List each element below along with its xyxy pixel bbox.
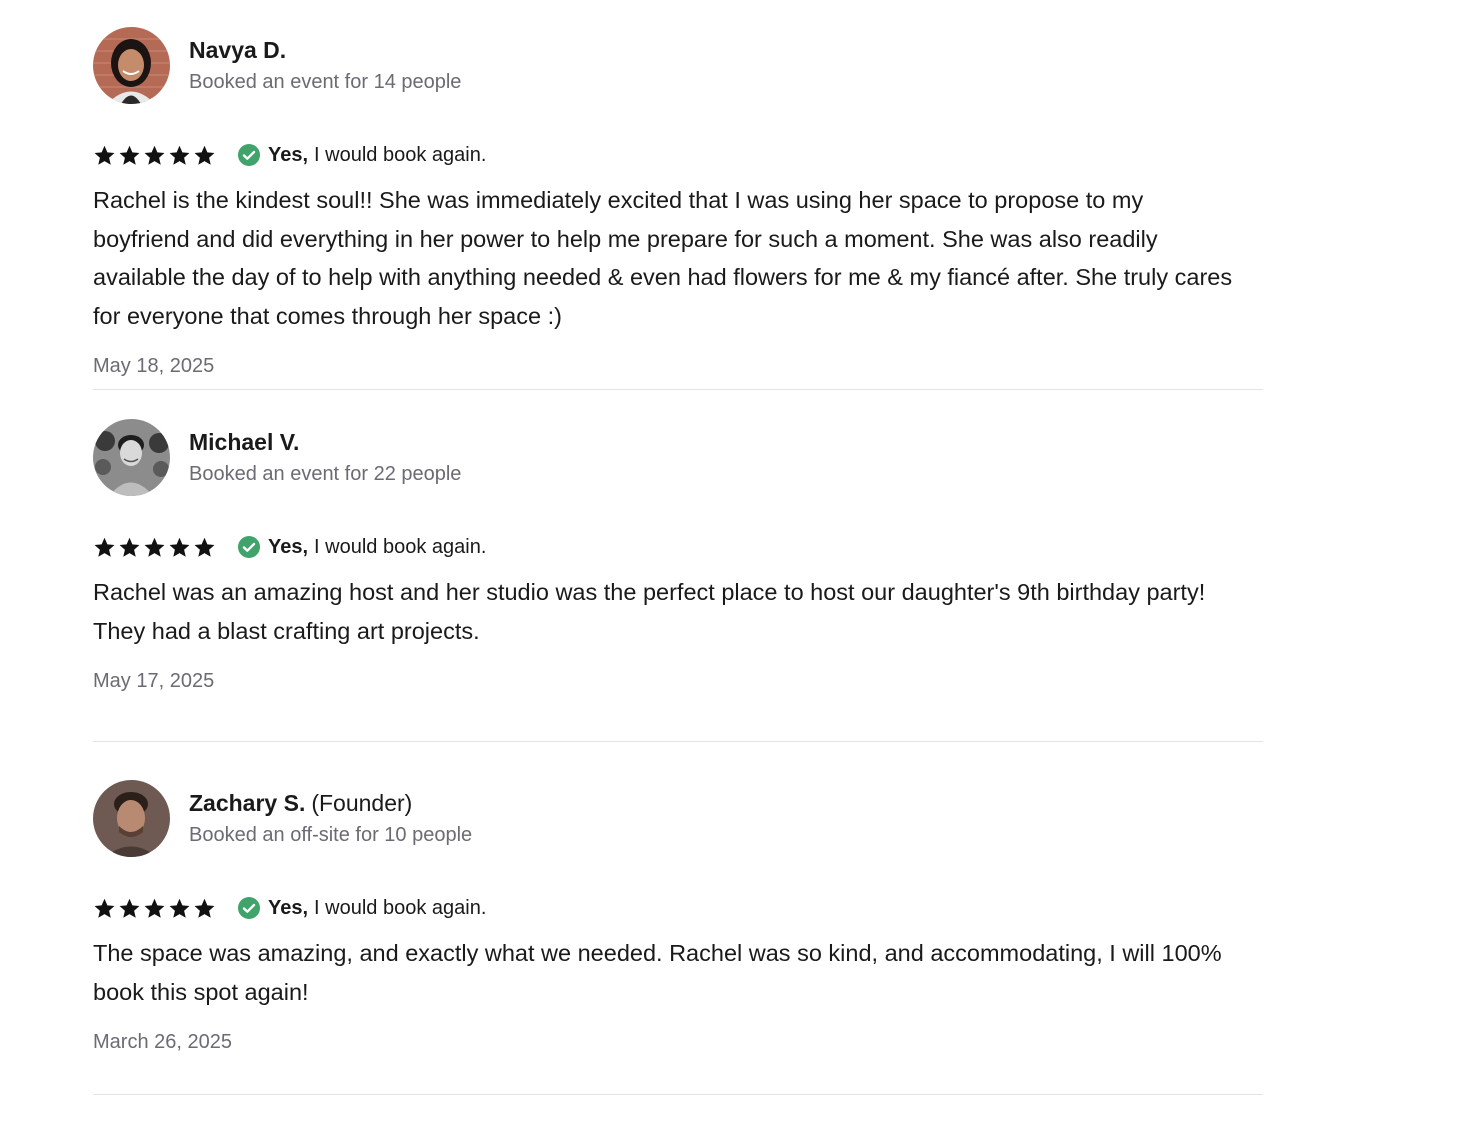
star-icon <box>94 537 115 557</box>
star-rating <box>93 536 218 559</box>
review-card: Michael V. Booked an event for 22 people… <box>93 390 1263 742</box>
booking-summary: Booked an event for 22 people <box>189 462 462 485</box>
rating-row: Yes, I would book again. <box>93 141 1263 169</box>
recommendation: Yes, I would book again. <box>268 897 486 920</box>
review-date: May 18, 2025 <box>93 355 215 377</box>
recommendation: Yes, I would book again. <box>268 144 486 167</box>
booking-summary: Booked an off-site for 10 people <box>189 823 473 846</box>
recommendation-yes: Yes, <box>268 143 309 166</box>
reviewer-name-line: Zachary S. (Founder) <box>189 788 472 818</box>
star-rating <box>93 897 218 920</box>
star-icon <box>169 898 190 918</box>
review-header: Zachary S. (Founder) Booked an off-site f… <box>93 779 1263 857</box>
star-icon <box>144 898 165 918</box>
star-icon <box>194 145 215 165</box>
star-icon <box>94 145 115 165</box>
reviewer-info: Michael V. Booked an event for 22 people <box>189 427 461 488</box>
star-rating <box>93 144 218 167</box>
avatar[interactable] <box>93 418 170 496</box>
review-header: Michael V. Booked an event for 22 people <box>93 418 1263 496</box>
recommendation-text: I would book again. <box>314 535 487 558</box>
star-icon <box>119 145 140 165</box>
check-circle-icon <box>238 536 260 558</box>
recommendation: Yes, I would book again. <box>268 536 486 559</box>
reviewer-name-line: Navya D. <box>189 35 461 65</box>
star-icon <box>194 537 215 557</box>
review-card: Navya D. Booked an event for 14 people Y… <box>93 0 1263 390</box>
review-date: March 26, 2025 <box>93 1031 232 1053</box>
avatar[interactable] <box>93 779 170 857</box>
star-icon <box>194 898 215 918</box>
check-circle-icon <box>238 144 260 166</box>
reviewer-info: Zachary S. (Founder) Booked an off-site f… <box>189 788 472 849</box>
avatar[interactable] <box>93 26 170 104</box>
rating-row: Yes, I would book again. <box>93 533 1263 561</box>
star-icon <box>94 898 115 918</box>
review-header: Navya D. Booked an event for 14 people <box>93 26 1263 104</box>
reviewer-badge: (Founder) <box>311 789 413 816</box>
review-text: Rachel is the kindest soul!! She was imm… <box>93 187 1233 329</box>
recommendation-text: I would book again. <box>314 143 487 166</box>
star-icon <box>119 537 140 557</box>
reviewer-name-line: Michael V. <box>189 427 461 457</box>
star-icon <box>169 145 190 165</box>
star-icon <box>169 537 190 557</box>
reviewer-name[interactable]: Michael V. <box>189 429 299 455</box>
reviewer-name[interactable]: Navya D. <box>189 37 286 63</box>
review-date: May 17, 2025 <box>93 670 215 692</box>
check-circle-icon <box>238 897 260 919</box>
rating-row: Yes, I would book again. <box>93 894 1263 922</box>
reviewer-info: Navya D. Booked an event for 14 people <box>189 35 461 96</box>
booking-summary: Booked an event for 14 people <box>189 70 462 93</box>
star-icon <box>144 145 165 165</box>
recommendation-text: I would book again. <box>314 896 487 919</box>
review-card: Zachary S. (Founder) Booked an off-site f… <box>93 742 1263 1095</box>
review-text: Rachel was an amazing host and her studi… <box>93 579 1206 644</box>
reviewer-name[interactable]: Zachary S. <box>189 790 305 816</box>
recommendation-yes: Yes, <box>268 535 309 558</box>
star-icon <box>144 537 165 557</box>
review-text: The space was amazing, and exactly what … <box>93 940 1222 1005</box>
star-icon <box>119 898 140 918</box>
recommendation-yes: Yes, <box>268 896 309 919</box>
reviews-list: Navya D. Booked an event for 14 people Y… <box>93 0 1263 1095</box>
